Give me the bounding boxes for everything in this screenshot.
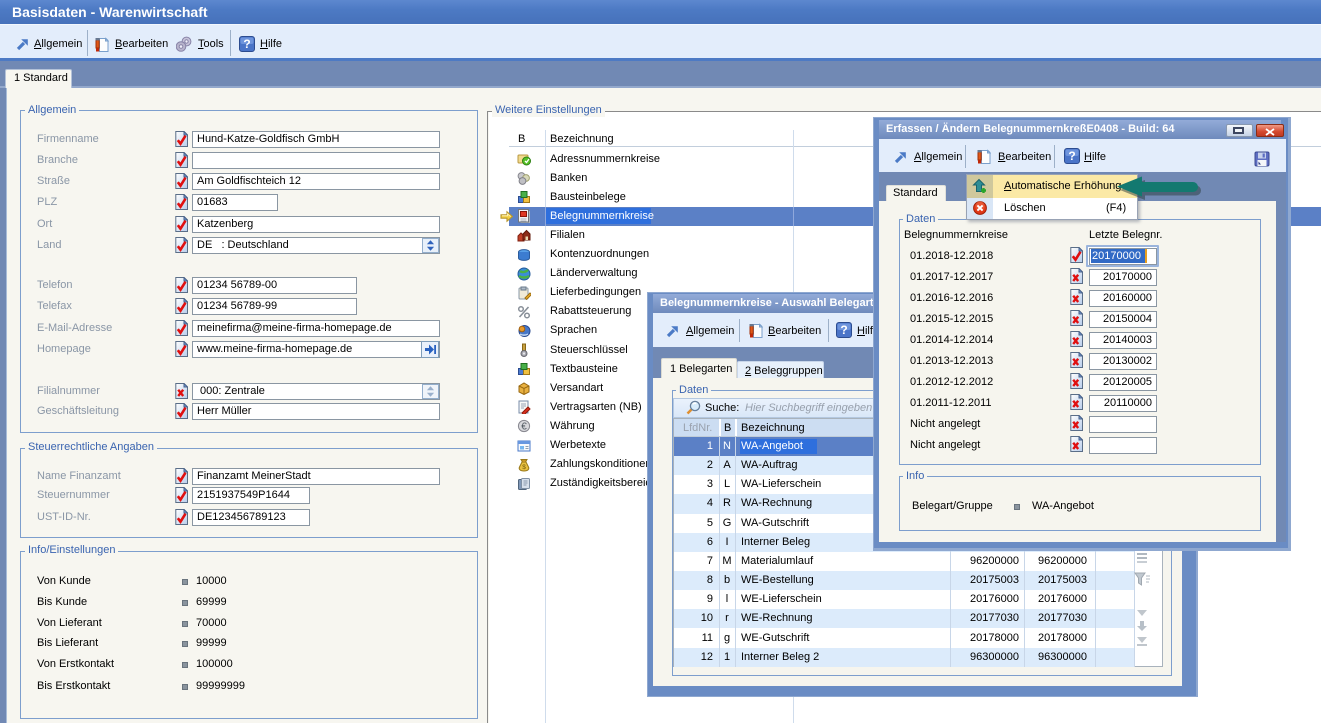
svg-text:?: ? (840, 323, 847, 337)
svg-text:?: ? (1068, 149, 1075, 163)
svg-text:?: ? (243, 37, 250, 51)
svg-text:$: $ (522, 464, 526, 471)
svg-text:€: € (521, 422, 527, 433)
